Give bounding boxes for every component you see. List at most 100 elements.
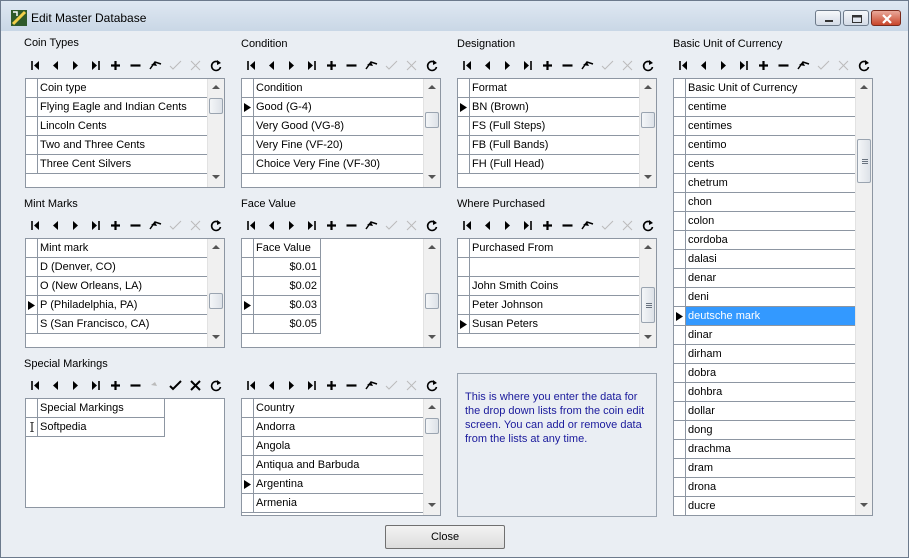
insert-button[interactable] bbox=[321, 375, 341, 396]
table-cell[interactable]: Flying Eagle and Indian Cents bbox=[38, 98, 209, 116]
table-row[interactable]: FS (Full Steps) bbox=[458, 117, 641, 136]
prior-button[interactable] bbox=[45, 55, 65, 76]
table-row[interactable]: FH (Full Head) bbox=[458, 155, 641, 174]
special-markings-grid[interactable]: Special Markings Softpedia bbox=[25, 398, 225, 508]
table-cell[interactable]: $0.05 bbox=[254, 315, 321, 333]
insert-button[interactable] bbox=[753, 55, 773, 76]
table-row[interactable]: Good (G-4) bbox=[242, 98, 425, 117]
table-row[interactable]: S (San Francisco, CA) bbox=[26, 315, 209, 334]
scrollbar-thumb[interactable] bbox=[425, 112, 439, 128]
next-button[interactable] bbox=[497, 215, 517, 236]
first-button[interactable] bbox=[241, 215, 261, 236]
scrollbar-thumb[interactable] bbox=[209, 98, 223, 114]
column-header[interactable]: Country bbox=[254, 399, 425, 417]
delete-button[interactable] bbox=[341, 375, 361, 396]
table-row[interactable]: Very Good (VG-8) bbox=[242, 117, 425, 136]
table-row[interactable]: Lincoln Cents bbox=[26, 117, 209, 136]
coin-types-grid[interactable]: Coin type Flying Eagle and Indian Cents Li… bbox=[25, 78, 225, 188]
last-button[interactable] bbox=[733, 55, 753, 76]
table-cell[interactable]: deutsche mark bbox=[686, 307, 857, 325]
post-button[interactable] bbox=[165, 215, 185, 236]
table-cell[interactable]: S (San Francisco, CA) bbox=[38, 315, 209, 333]
table-cell[interactable]: John Smith Coins bbox=[470, 277, 641, 295]
scrollbar-thumb[interactable] bbox=[857, 139, 871, 183]
table-cell[interactable]: FB (Full Bands) bbox=[470, 136, 641, 154]
post-button[interactable] bbox=[165, 375, 185, 396]
last-button[interactable] bbox=[301, 55, 321, 76]
delete-button[interactable] bbox=[125, 55, 145, 76]
insert-button[interactable] bbox=[537, 215, 557, 236]
delete-button[interactable] bbox=[341, 55, 361, 76]
prior-button[interactable] bbox=[477, 215, 497, 236]
table-row[interactable]: Antiqua and Barbuda bbox=[242, 456, 425, 475]
table-cell[interactable]: Softpedia bbox=[38, 418, 165, 436]
refresh-button[interactable] bbox=[205, 215, 225, 236]
vertical-scrollbar[interactable] bbox=[207, 79, 224, 187]
edit-button[interactable] bbox=[577, 215, 597, 236]
vertical-scrollbar[interactable] bbox=[423, 399, 440, 515]
table-row[interactable]: Very Fine (VF-20) bbox=[242, 136, 425, 155]
table-row[interactable]: chetrum bbox=[674, 174, 857, 193]
table-cell[interactable]: Very Fine (VF-20) bbox=[254, 136, 425, 154]
table-cell[interactable]: cordoba bbox=[686, 231, 857, 249]
column-header[interactable]: Format bbox=[470, 79, 641, 97]
table-cell[interactable]: drona bbox=[686, 478, 857, 496]
table-row[interactable]: chon bbox=[674, 193, 857, 212]
maximize-button[interactable] bbox=[843, 10, 869, 26]
last-button[interactable] bbox=[301, 215, 321, 236]
insert-button[interactable] bbox=[321, 215, 341, 236]
last-button[interactable] bbox=[301, 375, 321, 396]
last-button[interactable] bbox=[517, 215, 537, 236]
cancel-button[interactable] bbox=[401, 215, 421, 236]
delete-button[interactable] bbox=[557, 55, 577, 76]
next-button[interactable] bbox=[65, 215, 85, 236]
table-cell[interactable]: BN (Brown) bbox=[470, 98, 641, 116]
first-button[interactable] bbox=[25, 215, 45, 236]
first-button[interactable] bbox=[241, 55, 261, 76]
edit-button[interactable] bbox=[361, 215, 381, 236]
table-cell[interactable]: dinar bbox=[686, 326, 857, 344]
table-row[interactable]: denar bbox=[674, 269, 857, 288]
column-header[interactable]: Coin type bbox=[38, 79, 209, 97]
refresh-button[interactable] bbox=[205, 55, 225, 76]
table-cell[interactable]: FS (Full Steps) bbox=[470, 117, 641, 135]
table-row[interactable]: drona bbox=[674, 478, 857, 497]
table-row[interactable]: Choice Very Fine (VF-30) bbox=[242, 155, 425, 174]
table-cell[interactable]: Lincoln Cents bbox=[38, 117, 209, 135]
table-row[interactable]: $0.03 bbox=[242, 296, 321, 315]
table-cell[interactable]: FH (Full Head) bbox=[470, 155, 641, 173]
table-row[interactable]: centime bbox=[674, 98, 857, 117]
delete-button[interactable] bbox=[773, 55, 793, 76]
table-row[interactable]: $0.02 bbox=[242, 277, 321, 296]
table-cell[interactable] bbox=[470, 258, 641, 276]
prior-button[interactable] bbox=[261, 215, 281, 236]
refresh-button[interactable] bbox=[637, 55, 657, 76]
first-button[interactable] bbox=[457, 55, 477, 76]
post-button[interactable] bbox=[381, 215, 401, 236]
refresh-button[interactable] bbox=[421, 215, 441, 236]
refresh-button[interactable] bbox=[637, 215, 657, 236]
last-button[interactable] bbox=[85, 55, 105, 76]
table-row[interactable]: dirham bbox=[674, 345, 857, 364]
table-row[interactable]: colon bbox=[674, 212, 857, 231]
table-row[interactable]: Peter Johnson bbox=[458, 296, 641, 315]
first-button[interactable] bbox=[25, 375, 45, 396]
vertical-scrollbar[interactable] bbox=[639, 79, 656, 187]
table-cell[interactable]: Two and Three Cents bbox=[38, 136, 209, 154]
post-button[interactable] bbox=[597, 215, 617, 236]
refresh-button[interactable] bbox=[421, 375, 441, 396]
insert-button[interactable] bbox=[321, 55, 341, 76]
prior-button[interactable] bbox=[45, 215, 65, 236]
table-cell[interactable]: chetrum bbox=[686, 174, 857, 192]
table-row[interactable]: centimes bbox=[674, 117, 857, 136]
first-button[interactable] bbox=[457, 215, 477, 236]
first-button[interactable] bbox=[241, 375, 261, 396]
cancel-button[interactable] bbox=[185, 375, 205, 396]
table-cell[interactable]: centimo bbox=[686, 136, 857, 154]
table-cell[interactable]: dalasi bbox=[686, 250, 857, 268]
vertical-scrollbar[interactable] bbox=[639, 239, 656, 347]
edit-button[interactable] bbox=[793, 55, 813, 76]
edit-button[interactable] bbox=[145, 55, 165, 76]
table-row[interactable]: dinar bbox=[674, 326, 857, 345]
last-button[interactable] bbox=[517, 55, 537, 76]
